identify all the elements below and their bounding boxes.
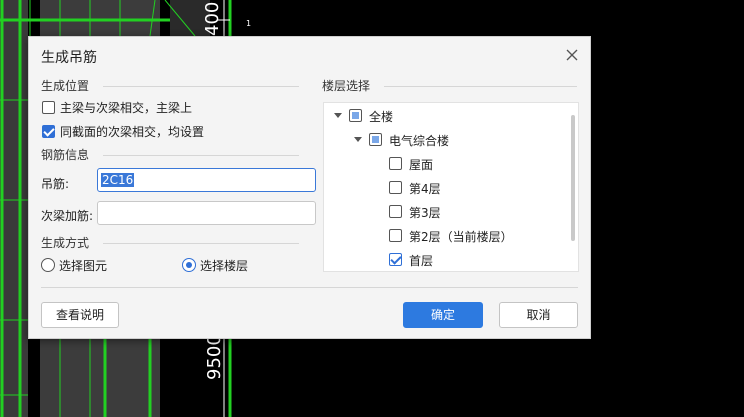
select-element-radio[interactable] — [41, 258, 55, 272]
select-element-label: 选择图元 — [59, 259, 108, 273]
tree-scrollbar[interactable] — [571, 115, 575, 241]
tree-label-floor-4: 第4层 — [409, 182, 441, 196]
tree-label-roof: 屋面 — [409, 158, 434, 172]
secondary-beam-rebar-label: 次梁加筋: — [41, 209, 94, 223]
dialog-title: 生成吊筋 — [41, 50, 97, 66]
grid-tick-label: 1 — [246, 19, 251, 28]
floor-select-divider — [384, 86, 577, 87]
method-divider — [103, 243, 299, 244]
rebar-heading: 钢筋信息 — [41, 148, 90, 162]
main-secondary-intersect-checkbox[interactable] — [42, 101, 55, 114]
tree-checkbox-roof[interactable] — [389, 157, 402, 170]
secondary-beam-rebar-input[interactable] — [97, 201, 316, 225]
tree-label-building: 电气综合楼 — [389, 134, 450, 148]
expand-arrow-icon[interactable] — [354, 137, 362, 142]
tree-checkbox-building[interactable] — [369, 133, 382, 146]
same-section-intersect-checkbox[interactable] — [42, 125, 55, 138]
floor-tree: 全楼 电气综合楼 屋面 第4层 第3层 第2层（当前楼层） 首层 — [323, 102, 579, 272]
position-divider — [103, 86, 299, 87]
tree-checkbox-ground-floor[interactable] — [389, 253, 402, 266]
tree-label-whole-building: 全楼 — [369, 110, 394, 124]
tree-label-floor-2: 第2层（当前楼层） — [409, 230, 513, 244]
hanger-label: 吊筋: — [41, 177, 70, 191]
hanger-input[interactable]: 2C16 — [97, 168, 316, 192]
tree-label-ground-floor: 首层 — [409, 254, 434, 268]
select-floor-label: 选择楼层 — [200, 259, 249, 273]
footer-divider — [41, 287, 578, 288]
same-section-intersect-label: 同截面的次梁相交，均设置 — [60, 125, 205, 139]
ok-button[interactable]: 确定 — [403, 302, 483, 328]
rebar-divider — [103, 155, 299, 156]
generate-hanger-dialog: 生成吊筋 生成位置 主梁与次梁相交，主梁上 同截面的次梁相交，均设置 钢筋信息 … — [28, 36, 591, 339]
close-icon[interactable] — [564, 47, 580, 63]
method-heading: 生成方式 — [41, 236, 90, 250]
cancel-button[interactable]: 取消 — [499, 302, 578, 328]
tree-checkbox-floor-3[interactable] — [389, 205, 402, 218]
tree-checkbox-floor-2[interactable] — [389, 229, 402, 242]
help-button[interactable]: 查看说明 — [41, 302, 119, 328]
select-floor-radio[interactable] — [182, 258, 196, 272]
hanger-value: 2C16 — [101, 173, 135, 187]
floor-select-heading: 楼层选择 — [322, 79, 371, 93]
expand-arrow-icon[interactable] — [334, 113, 342, 118]
tree-checkbox-floor-4[interactable] — [389, 181, 402, 194]
dimension-bottom: 9500 — [204, 334, 225, 380]
tree-label-floor-3: 第3层 — [409, 206, 441, 220]
main-secondary-intersect-label: 主梁与次梁相交，主梁上 — [60, 101, 193, 115]
dimension-top: 400 — [202, 2, 223, 36]
position-heading: 生成位置 — [41, 79, 90, 93]
tree-checkbox-whole-building[interactable] — [349, 109, 362, 122]
